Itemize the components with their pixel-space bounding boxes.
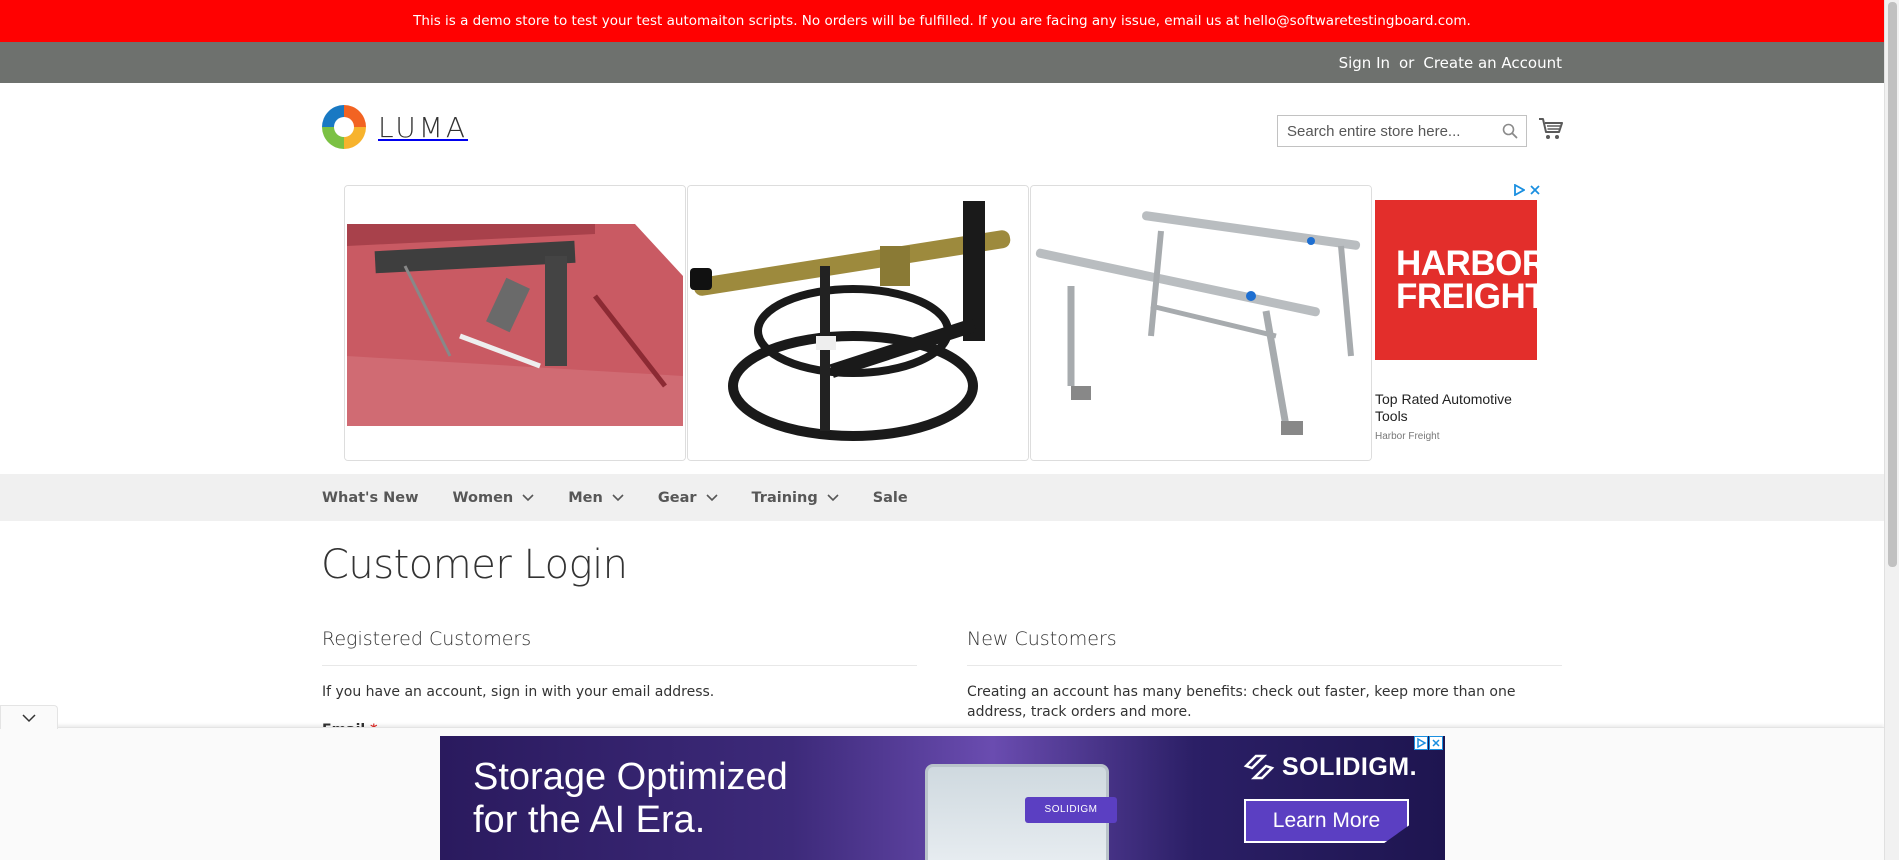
registered-customers-title: Registered Customers xyxy=(322,628,917,666)
bottom-advertisement[interactable]: Storage Optimized for the AI Era. SOLIDI… xyxy=(440,736,1445,860)
learn-more-button[interactable]: Learn More xyxy=(1244,799,1409,843)
ad-product-ladder-rack[interactable] xyxy=(1030,185,1372,461)
harbor-freight-logo[interactable]: HARBOR FREIGHT xyxy=(1375,200,1547,360)
vertical-scrollbar[interactable] xyxy=(1884,0,1899,860)
tire-changer-image xyxy=(688,186,1028,460)
top-advertisement[interactable]: HARBOR FREIGHT Top Rated Automotive Tool… xyxy=(344,184,1547,461)
adchoices[interactable] xyxy=(1513,184,1541,196)
chevron-down-icon xyxy=(612,493,624,501)
page: This is a demo store to test your test a… xyxy=(0,0,1884,860)
nav-item-label: Gear xyxy=(657,489,697,506)
ad-headline-line1: Storage Optimized xyxy=(473,756,788,798)
solidigm-brand-text: SOLIDIGM. xyxy=(1282,752,1418,781)
luma-logo[interactable]: LUMA xyxy=(322,105,468,149)
nav-item-women[interactable]: Women xyxy=(453,490,535,506)
new-customers-title: New Customers xyxy=(967,628,1562,666)
main-navigation: What's New Women Men Gear Training Sale xyxy=(0,474,1884,521)
chevron-down-icon xyxy=(705,493,718,501)
new-customers-text: Creating an account has many benefits: c… xyxy=(967,684,1516,720)
nav-item-label: Training xyxy=(751,489,818,506)
ad-headline-line2: for the AI Era. xyxy=(473,799,706,841)
ad-close-icon[interactable] xyxy=(1529,184,1541,196)
nav-item-label: Men xyxy=(568,489,603,506)
ad-product-truck-crane[interactable] xyxy=(344,185,686,461)
search-box xyxy=(1277,115,1527,147)
device-tag: SOLIDIGM xyxy=(1025,797,1117,823)
nav-item-training[interactable]: Training xyxy=(752,490,839,506)
links-separator: or xyxy=(1399,53,1415,72)
ladder-rack-image xyxy=(1031,186,1371,460)
ad-headline: Storage Optimized for the AI Era. xyxy=(473,756,788,842)
solidigm-logo: SOLIDIGM. xyxy=(1242,752,1417,782)
truck-crane-image xyxy=(345,186,685,460)
search-input[interactable] xyxy=(1278,116,1493,146)
solidigm-logo-icon xyxy=(1243,754,1275,780)
demo-notice: This is a demo store to test your test a… xyxy=(0,0,1884,42)
new-customers-block: New Customers Creating an account has ma… xyxy=(967,628,1562,722)
adchoices-play-icon[interactable] xyxy=(1414,736,1428,750)
ad-collapse-button[interactable] xyxy=(0,705,58,729)
ad-brand-name: Harbor Freight xyxy=(1375,431,1440,442)
nav-item-label: Sale xyxy=(872,489,908,506)
cart-icon[interactable] xyxy=(1538,117,1564,141)
create-account-link[interactable]: Create an Account xyxy=(1423,54,1562,72)
nav-item-label: What's New xyxy=(322,489,419,506)
ad-device-image: SOLIDIGM xyxy=(925,764,1117,860)
nav-item-sale[interactable]: Sale xyxy=(873,490,908,506)
chevron-down-icon xyxy=(22,714,36,723)
top-panel: Sign In or Create an Account xyxy=(0,42,1884,83)
page-title: Customer Login xyxy=(321,542,628,588)
header-links: Sign In or Create an Account xyxy=(1339,42,1562,83)
registered-customers-block: Registered Customers If you have an acco… xyxy=(322,628,917,702)
logo-text: LUMA xyxy=(378,110,469,144)
adchoices-play-icon[interactable] xyxy=(1513,184,1525,196)
ad-product-tire-changer[interactable] xyxy=(687,185,1029,461)
demo-notice-text: This is a demo store to test your test a… xyxy=(413,13,1471,29)
ad-close-icon[interactable] xyxy=(1429,736,1443,750)
ad-title[interactable]: Top Rated Automotive Tools xyxy=(1375,391,1535,425)
nav-item-whats-new[interactable]: What's New xyxy=(322,490,419,506)
luma-logo-mark-icon xyxy=(322,105,366,149)
registered-customers-text: If you have an account, sign in with you… xyxy=(322,684,715,700)
bottom-adchoices[interactable] xyxy=(1414,736,1443,750)
ad-brand-panel[interactable]: HARBOR FREIGHT Top Rated Automotive Tool… xyxy=(1375,184,1547,461)
chevron-down-icon xyxy=(522,493,534,501)
sign-in-link[interactable]: Sign In xyxy=(1339,54,1390,72)
harbor-freight-logo-text: HARBOR FREIGHT xyxy=(1396,244,1547,316)
chevron-down-icon xyxy=(827,493,839,501)
scrollbar-thumb[interactable] xyxy=(1888,2,1897,567)
nav-items: What's New Women Men Gear Training Sale xyxy=(322,474,942,521)
nav-item-men[interactable]: Men xyxy=(568,490,624,506)
nav-item-gear[interactable]: Gear xyxy=(658,490,718,506)
nav-item-label: Women xyxy=(452,489,514,506)
search-icon[interactable] xyxy=(1502,123,1518,139)
